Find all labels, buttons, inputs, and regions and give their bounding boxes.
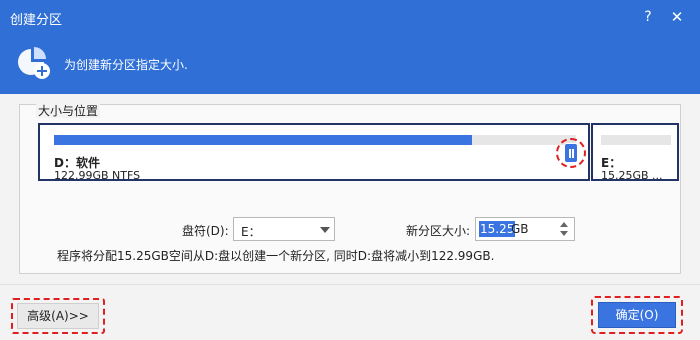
ok-button[interactable]: 确定(O) [598,302,676,328]
banner-text: 为创建新分区指定大小. [64,58,188,72]
close-button[interactable]: ✕ [667,7,687,27]
usage-bar-track [601,135,671,145]
partition-size-label: 新分区大小: [406,224,471,238]
group-label: 大小与位置 [36,104,101,118]
chevron-down-icon [320,227,330,233]
resize-handle-icon[interactable] [564,143,578,163]
window-title: 创建分区 [10,13,63,28]
partition-info: 122.99GB NTFS [54,169,141,182]
size-position-group: 大小与位置 D：软件 122.99GB NTFS E： 15.25GB ... … [19,104,681,274]
partition-size-unit: GB [511,222,529,236]
partition-e[interactable]: E： 15.25GB ... [591,123,679,182]
partition-d[interactable]: D：软件 122.99GB NTFS [38,123,590,182]
spin-up-icon[interactable] [560,222,568,227]
drive-letter-label: 盘符(D): [182,224,229,238]
drive-letter-select[interactable]: E： [233,217,335,241]
divider [0,284,700,285]
drive-letter-value: E： [241,225,261,239]
partition-size-input[interactable]: 15.25 GB [475,217,575,241]
usage-bar-track [54,135,576,145]
partition-info: 15.25GB ... [601,169,663,182]
dialog-body: 大小与位置 D：软件 122.99GB NTFS E： 15.25GB ... … [0,94,700,340]
usage-bar-fill [54,135,472,145]
pie-chart-add-icon [18,47,50,79]
allocation-info: 程序将分配15.25GB空间从D:盘以创建一个新分区, 同时D:盘将减小到122… [57,249,495,263]
spin-down-icon[interactable] [560,231,568,236]
help-button[interactable]: ? [638,7,658,27]
advanced-button[interactable]: 高级(A)>> [17,303,99,329]
header-banner: 为创建新分区指定大小. [0,34,700,94]
title-bar: 创建分区 ? ✕ [0,0,700,34]
partition-size-value[interactable]: 15.25 [479,221,516,237]
